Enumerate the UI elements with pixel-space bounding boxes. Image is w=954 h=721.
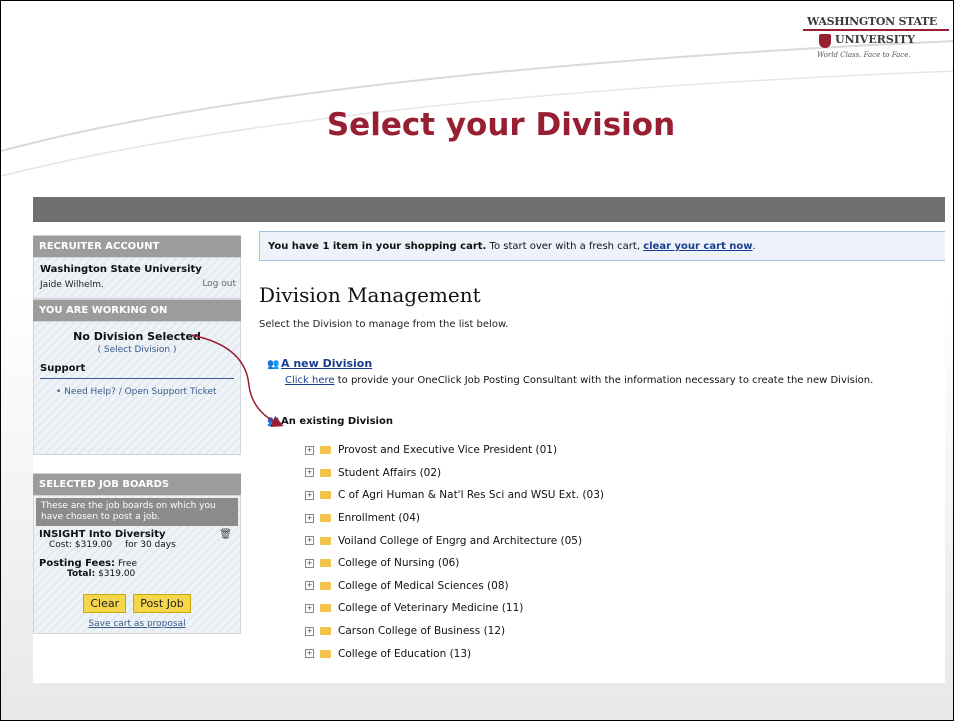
clear-button[interactable]: Clear [83, 594, 127, 613]
expand-icon[interactable]: + [305, 558, 314, 568]
new-division-label: A new Division [281, 357, 373, 370]
division-label: C of Agri Human & Nat'l Res Sci and WSU … [338, 489, 604, 502]
people-icon: 👥 [267, 359, 280, 370]
division-label: Carson College of Business (12) [338, 625, 506, 638]
division-label: College of Medical Sciences (08) [338, 579, 509, 592]
division-row[interactable]: + College of Nursing (06) [305, 552, 604, 575]
page-heading: Division Management [259, 283, 481, 307]
top-nav-bar [33, 197, 945, 222]
expand-icon[interactable]: + [305, 626, 314, 636]
division-row[interactable]: + Voiland College of Engrg and Architectu… [305, 529, 604, 552]
folder-icon [320, 627, 331, 636]
posting-fees-label: Posting Fees: [39, 558, 116, 569]
folder-icon [320, 604, 331, 613]
division-row[interactable]: + College of Veterinary Medicine (11) [305, 597, 604, 620]
support-ticket-label: Need Help? / Open Support Ticket [64, 387, 217, 397]
org-name: Washington State University [40, 264, 202, 275]
main-content: You have 1 item in your shopping cart. T… [253, 227, 945, 683]
folder-icon [320, 649, 331, 658]
recruiter-account-header: RECRUITER ACCOUNT [33, 235, 241, 257]
folder-icon [320, 491, 331, 500]
expand-icon[interactable]: + [305, 468, 314, 478]
left-sidebar: RECRUITER ACCOUNT Washington State Unive… [33, 235, 241, 634]
logo-tagline: World Class. Face to Face. [817, 51, 911, 59]
page-subheading: Select the Division to manage from the l… [259, 319, 509, 330]
expand-icon[interactable]: + [305, 513, 314, 523]
new-division-description-text: to provide your OneClick Job Posting Con… [334, 375, 874, 386]
no-division-label: No Division Selected [73, 330, 201, 343]
selected-job-boards-header: SELECTED JOB BOARDS [33, 473, 241, 495]
slide-title: Select your Division [326, 107, 676, 143]
division-label: College of Nursing (06) [338, 557, 460, 570]
new-division-link[interactable]: 👥 A new Division [267, 357, 372, 370]
cart-buttons: Clear Post Job [34, 592, 240, 613]
logo-line1: WASHINGTON STATE [807, 15, 937, 28]
job-board-item: INSIGHT Into Diversity 🗑 Cost: $319.00 f… [34, 526, 240, 553]
save-cart-link[interactable]: Save cart as proposal [34, 619, 240, 629]
division-row[interactable]: + College of Medical Sciences (08) [305, 575, 604, 598]
division-label: Voiland College of Engrg and Architectur… [338, 534, 583, 547]
division-tree: + Provost and Executive Vice President (0… [305, 439, 604, 665]
support-ticket-link[interactable]: • Need Help? / Open Support Ticket [56, 387, 232, 398]
division-row[interactable]: + College of Education (13) [305, 642, 604, 665]
existing-division-label: An existing Division [281, 416, 393, 427]
slide: WASHINGTON STATE UNIVERSITY World Class.… [0, 0, 954, 721]
expand-icon[interactable]: + [305, 536, 314, 546]
wsu-logo: WASHINGTON STATE UNIVERSITY World Class.… [803, 15, 949, 85]
division-row[interactable]: + Enrollment (04) [305, 507, 604, 530]
cart-notice-bold: You have 1 item in your shopping cart. [268, 241, 487, 252]
cart-notice: You have 1 item in your shopping cart. T… [259, 231, 945, 261]
division-label: Enrollment (04) [338, 512, 420, 525]
job-board-cost: Cost: $319.00 [49, 540, 113, 550]
click-here-link[interactable]: Click here [285, 375, 335, 386]
working-on-header: YOU ARE WORKING ON [33, 299, 241, 321]
division-label: Provost and Executive Vice President (01… [338, 444, 558, 457]
clear-cart-link[interactable]: clear your cart now [643, 241, 752, 252]
division-row[interactable]: + Student Affairs (02) [305, 462, 604, 485]
folder-icon [320, 581, 331, 590]
support-heading: Support [40, 363, 234, 379]
folder-icon [320, 514, 331, 523]
division-row[interactable]: + Carson College of Business (12) [305, 620, 604, 643]
division-row[interactable]: + C of Agri Human & Nat'l Res Sci and WSU… [305, 484, 604, 507]
expand-icon[interactable]: + [305, 445, 314, 455]
job-board-name: INSIGHT Into Diversity [39, 529, 166, 540]
logo-bar [803, 29, 949, 31]
people-icon: 👥 [267, 416, 280, 427]
select-division-link[interactable]: ( Select Division ) [34, 345, 240, 355]
new-division-description: Click here to provide your OneClick Job … [285, 375, 873, 386]
selected-job-boards-panel: These are the job boards on which you ha… [33, 495, 241, 634]
trash-icon[interactable]: 🗑 [219, 529, 232, 540]
cart-notice-end: . [752, 241, 756, 252]
division-label: Student Affairs (02) [338, 466, 442, 479]
working-on-panel: No Division Selected ( Select Division )… [33, 321, 241, 455]
posting-fees: Posting Fees: Free Total: $319.00 [34, 555, 240, 582]
recruiter-account-panel: Washington State University Jaide Wilhel… [33, 257, 241, 299]
logo-line2: UNIVERSITY [835, 33, 915, 46]
expand-icon[interactable]: + [305, 603, 314, 613]
posting-fees-value: Free [117, 559, 138, 569]
job-boards-note: These are the job boards on which you ha… [36, 498, 238, 526]
expand-icon[interactable]: + [305, 649, 314, 659]
expand-icon[interactable]: + [305, 490, 314, 500]
total-label: Total: [67, 569, 96, 579]
total-value: $319.00 [98, 569, 136, 579]
job-board-duration: for 30 days [125, 540, 176, 550]
post-job-button[interactable]: Post Job [133, 594, 191, 613]
existing-division-heading: 👥 An existing Division [267, 416, 393, 427]
division-label: College of Education (13) [338, 647, 472, 660]
folder-icon [320, 446, 331, 455]
folder-icon [320, 468, 331, 477]
logout-link[interactable]: Log out [202, 279, 236, 289]
expand-icon[interactable]: + [305, 581, 314, 591]
folder-icon [320, 559, 331, 568]
division-label: College of Veterinary Medicine (11) [338, 602, 524, 615]
folder-icon [320, 536, 331, 545]
division-row[interactable]: + Provost and Executive Vice President (0… [305, 439, 604, 462]
screenshot: RECRUITER ACCOUNT Washington State Unive… [33, 197, 945, 683]
shield-icon [819, 34, 831, 48]
cart-notice-text: To start over with a fresh cart, [486, 241, 644, 252]
